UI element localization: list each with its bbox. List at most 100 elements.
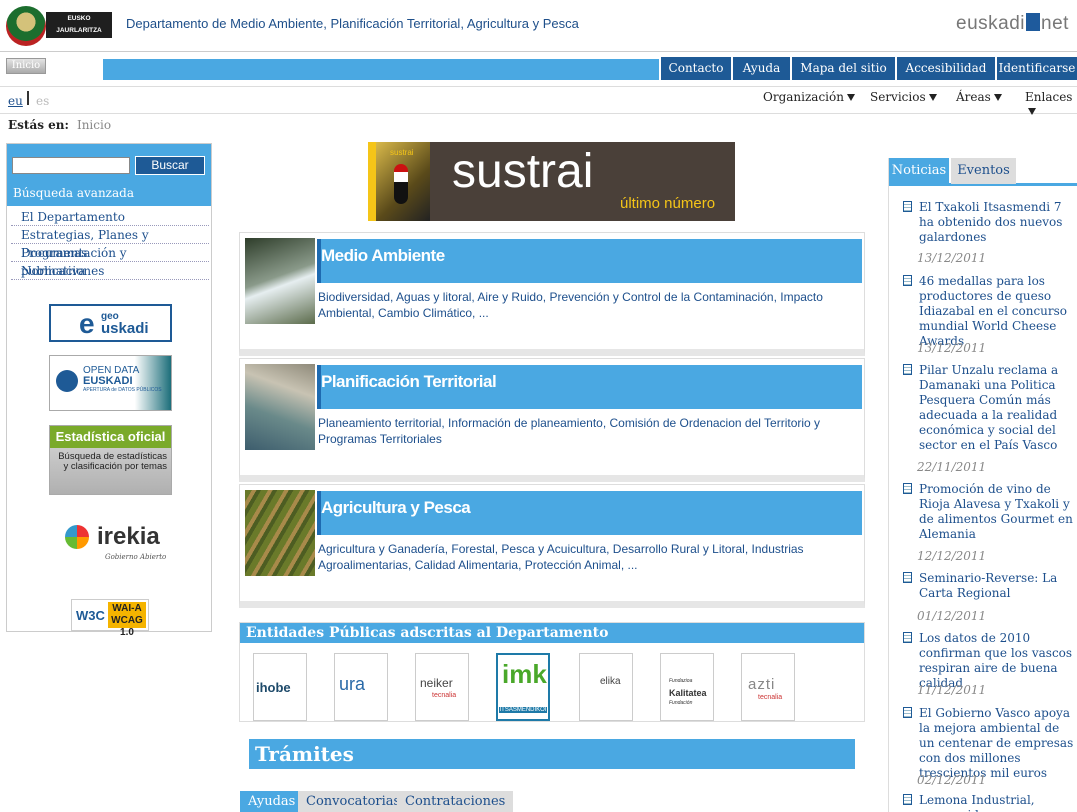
menu-areas-label: Áreas bbox=[956, 90, 991, 104]
sustrai-banner[interactable]: sustrai sustrai último número bbox=[368, 142, 735, 221]
gov-line-2: GOBIERNO VASCO bbox=[49, 39, 109, 46]
news-title: Seminario-Reverse: La Carta Regional bbox=[919, 571, 1058, 600]
section-header[interactable]: Planificación Territorial bbox=[317, 365, 862, 409]
gobierno-vasco-logo[interactable]: EUSKO JAURLARITZA GOBIERNO VASCO bbox=[6, 6, 112, 46]
news-item[interactable]: El Txakoli Itsasmendi 7 ha obtenido dos … bbox=[903, 200, 1077, 245]
estadistica-body: Búsqueda de estadísticas y clasificación… bbox=[58, 451, 167, 472]
entity-neiker-logo[interactable]: neiker tecnalia bbox=[415, 653, 469, 721]
entity-ura-logo[interactable]: ura bbox=[334, 653, 388, 721]
chevron-down-icon bbox=[928, 94, 937, 101]
tab-convocatorias[interactable]: Convocatorias bbox=[298, 791, 409, 812]
banner-small-label: sustrai bbox=[390, 148, 414, 157]
tab-noticias[interactable]: Noticias bbox=[889, 158, 949, 184]
document-icon bbox=[903, 794, 912, 805]
tramites-title: Trámites bbox=[249, 739, 855, 769]
irekia-flower-icon bbox=[65, 525, 89, 549]
entity-ihobe-logo[interactable]: ihobe bbox=[253, 653, 307, 721]
document-icon bbox=[903, 201, 912, 212]
menu-enlaces-label: Enlaces bbox=[1025, 90, 1073, 104]
news-title: El Gobierno Vasco apoya la mejora ambien… bbox=[919, 706, 1074, 780]
news-title: Pilar Unzalu reclama a Damanaki una Poli… bbox=[919, 363, 1059, 452]
lang-es-link[interactable]: es bbox=[36, 94, 49, 108]
top-navbar: Inicio Contacto Ayuda Mapa del sitio Acc… bbox=[0, 55, 1077, 81]
entity-kalitatea-name: Kalitatea bbox=[669, 688, 707, 698]
sidebar-item-estrategias[interactable]: Estrategias, Planes y Programas bbox=[11, 226, 209, 260]
fields-image[interactable] bbox=[245, 490, 315, 576]
tab-eventos[interactable]: Eventos bbox=[951, 158, 1016, 184]
section-header[interactable]: Agricultura y Pesca bbox=[317, 491, 862, 535]
entity-neiker-name: neiker bbox=[420, 676, 453, 690]
menu-areas[interactable]: Áreas bbox=[956, 90, 1002, 104]
opendata-icon bbox=[56, 370, 78, 392]
portal-mark-icon bbox=[1026, 13, 1040, 31]
opendata-line-3: APERTURA de DATOS PÚBLICOS bbox=[83, 387, 162, 393]
entities-title: Entidades Públicas adscritas al Departam… bbox=[240, 623, 864, 643]
w3c-logo: W3C bbox=[76, 608, 105, 623]
opendata-banner[interactable]: OPEN DATA EUSKADI APERTURA de DATOS PÚBL… bbox=[49, 355, 172, 411]
geoeuskadi-banner[interactable]: e geo uskadi bbox=[49, 304, 172, 342]
section-desc[interactable]: Agricultura y Ganadería, Forestal, Pesca… bbox=[318, 541, 858, 573]
news-date: 22/11/2011 bbox=[917, 460, 987, 474]
irekia-banner[interactable]: irekia Gobierno Abierto bbox=[49, 519, 172, 565]
euskadi-net-logo[interactable]: euskadi net bbox=[956, 13, 1069, 35]
menu-enlaces[interactable]: Enlaces bbox=[1025, 90, 1077, 118]
contact-link[interactable]: Contacto bbox=[659, 57, 731, 80]
breadcrumb-current[interactable]: Inicio bbox=[77, 118, 111, 132]
entity-azti-name: azti bbox=[748, 676, 776, 693]
sidebar-item-departamento[interactable]: El Departamento bbox=[11, 208, 209, 226]
wcag-version: WCAG 1.0 bbox=[111, 615, 143, 638]
sidebar-item-normativa[interactable]: Normativa bbox=[11, 262, 209, 280]
tab-contrataciones[interactable]: Contrataciones bbox=[397, 791, 514, 812]
section-desc[interactable]: Biodiversidad, Aguas y litoral, Aire y R… bbox=[318, 289, 858, 321]
wai-level: WAI-A bbox=[112, 603, 142, 614]
tab-ayudas[interactable]: Ayudas bbox=[240, 791, 304, 812]
news-item[interactable]: Seminario-Reverse: La Carta Regional bbox=[903, 571, 1077, 601]
help-link[interactable]: Ayuda bbox=[731, 57, 790, 80]
news-title: Los datos de 2010 confirman que los vasc… bbox=[919, 631, 1073, 690]
section-header[interactable]: Medio Ambiente bbox=[317, 239, 862, 283]
document-icon bbox=[903, 275, 912, 286]
accessibility-link[interactable]: Accesibilidad bbox=[895, 57, 995, 80]
coastal-town-image[interactable] bbox=[245, 364, 315, 450]
sub-navbar: eu es Organización Servicios Áreas Enlac… bbox=[0, 86, 1077, 115]
section-medio-ambiente: Medio Ambiente Biodiversidad, Aguas y li… bbox=[239, 232, 865, 356]
lang-eu-link[interactable]: eu bbox=[8, 94, 23, 108]
news-item[interactable]: El Gobierno Vasco apoya la mejora ambien… bbox=[903, 706, 1077, 781]
entity-imk-sub: ITSASMENDIKOI bbox=[499, 707, 547, 713]
search-input[interactable] bbox=[12, 157, 130, 174]
entity-azti-logo[interactable]: azti tecnalia bbox=[741, 653, 795, 721]
section-title: Planificación Territorial bbox=[321, 372, 497, 391]
entity-azti-sub: tecnalia bbox=[758, 694, 783, 701]
lang-separator bbox=[27, 91, 29, 105]
irekia-name: irekia bbox=[97, 523, 160, 550]
sidebar-item-documentacion[interactable]: Documentación y publicaciones bbox=[11, 244, 209, 278]
entity-imk-logo[interactable]: imk ITSASMENDIKOI bbox=[496, 653, 550, 721]
news-item[interactable]: Promoción de vino de Rioja Alavesa y Txa… bbox=[903, 482, 1077, 542]
entity-kalitatea-logo[interactable]: Kalitatea Fundazioa Fundación bbox=[660, 653, 714, 721]
waterfall-image[interactable] bbox=[245, 238, 315, 324]
sitemap-link[interactable]: Mapa del sitio bbox=[790, 57, 895, 80]
section-desc[interactable]: Planeamiento territorial, Información de… bbox=[318, 415, 858, 447]
document-icon bbox=[903, 483, 912, 494]
irekia-subtitle: Gobierno Abierto bbox=[105, 553, 167, 561]
search-button[interactable]: Buscar bbox=[135, 156, 205, 175]
entity-elika-logo[interactable]: elika bbox=[579, 653, 633, 721]
home-button[interactable]: Inicio bbox=[6, 58, 46, 74]
news-title: El Txakoli Itsasmendi 7 ha obtenido dos … bbox=[919, 200, 1063, 244]
menu-servicios[interactable]: Servicios bbox=[870, 90, 937, 104]
news-date: 02/12/2011 bbox=[917, 773, 987, 787]
news-item[interactable]: Lemona Industrial, reconocida bbox=[903, 793, 1077, 812]
menu-organizacion[interactable]: Organización bbox=[763, 90, 855, 104]
news-date: 01/12/2011 bbox=[917, 609, 987, 623]
advanced-search-link[interactable]: Búsqueda avanzada bbox=[13, 186, 134, 200]
department-title: Departamento de Medio Ambiente, Planific… bbox=[126, 16, 579, 31]
news-item[interactable]: 46 medallas para los productores de ques… bbox=[903, 274, 1077, 349]
news-item[interactable]: Pilar Unzalu reclama a Damanaki una Poli… bbox=[903, 363, 1077, 453]
news-item[interactable]: Los datos de 2010 confirman que los vasc… bbox=[903, 631, 1077, 691]
entities-panel: Entidades Públicas adscritas al Departam… bbox=[239, 622, 865, 722]
login-link[interactable]: Identificarse bbox=[995, 57, 1077, 80]
document-icon bbox=[903, 364, 912, 375]
w3c-wai-badge[interactable]: W3C WAI-A WCAG 1.0 bbox=[71, 599, 149, 638]
estadistica-banner[interactable]: Estadística oficial Búsqueda de estadíst… bbox=[49, 425, 172, 495]
search-box: Buscar Búsqueda avanzada bbox=[7, 144, 211, 206]
